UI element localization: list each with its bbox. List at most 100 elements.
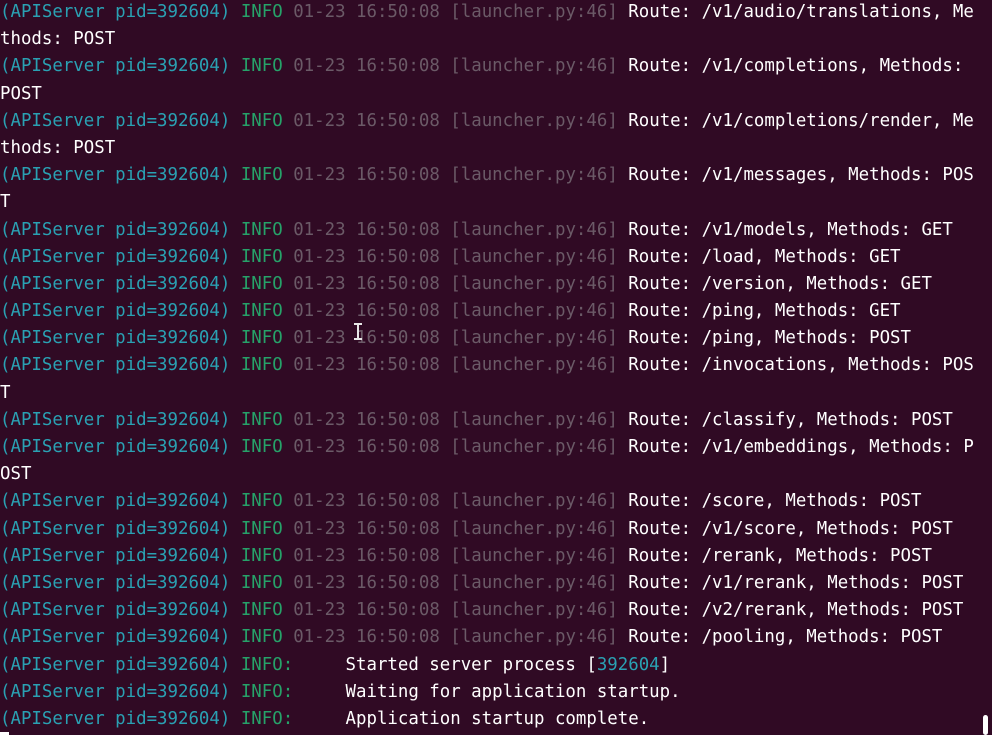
log-source: [launcher.py:46] xyxy=(450,301,618,322)
log-line: thods: POST xyxy=(0,136,974,163)
log-gap xyxy=(293,682,345,702)
log-process-prefix: (APIServer pid=392604) xyxy=(0,56,231,77)
log-message: Route: /v1/completions/render, Me xyxy=(628,110,974,131)
log-process-prefix: (APIServer pid=392604) xyxy=(0,355,231,376)
log-message: Route: /v2/rerank, Methods: POST xyxy=(628,600,964,621)
log-line: (APIServer pid=392604) INFO 01-23 16:50:… xyxy=(0,245,974,272)
log-level: INFO xyxy=(240,56,283,77)
terminal-output[interactable]: (APIServer pid=392604) INFO 01-23 16:50:… xyxy=(0,0,974,734)
log-timestamp: 01-23 16:50:08 xyxy=(293,545,440,566)
log-level: INFO xyxy=(240,518,283,539)
log-source: [launcher.py:46] xyxy=(450,437,618,457)
log-line: (APIServer pid=392604) INFO 01-23 16:50:… xyxy=(0,435,974,462)
log-process-prefix: (APIServer pid=392604) xyxy=(0,219,231,240)
log-line: (APIServer pid=392604) INFO 01-23 16:50:… xyxy=(0,517,974,544)
log-timestamp: 01-23 16:50:08 xyxy=(293,2,440,22)
log-process-prefix: (APIServer pid=392604) xyxy=(0,545,231,566)
log-level: INFO xyxy=(240,273,283,294)
log-message: Route: /v1/score, Methods: POST xyxy=(628,518,953,539)
log-process-prefix: (APIServer pid=392604) xyxy=(0,518,231,539)
log-message-tail: ] xyxy=(659,654,671,675)
log-process-prefix: (APIServer pid=392604) xyxy=(0,708,231,729)
log-process-prefix: (APIServer pid=392604) xyxy=(0,600,231,621)
log-level: INFO xyxy=(240,437,283,457)
log-level: INFO xyxy=(240,491,283,512)
log-level: INFO xyxy=(240,2,283,22)
log-message: Route: /classify, Methods: POST xyxy=(628,409,953,430)
log-line: (APIServer pid=392604) INFO 01-23 16:50:… xyxy=(0,408,974,435)
log-process-prefix: (APIServer pid=392604) xyxy=(0,301,231,322)
scrollbar-thumb[interactable] xyxy=(983,715,988,735)
log-timestamp: 01-23 16:50:08 xyxy=(293,518,440,539)
log-timestamp: 01-23 16:50:08 xyxy=(293,328,440,349)
log-continuation: T xyxy=(0,382,11,403)
log-gap xyxy=(293,709,345,729)
log-timestamp: 01-23 16:50:08 xyxy=(293,491,440,512)
log-source: [launcher.py:46] xyxy=(450,56,618,77)
log-timestamp: 01-23 16:50:08 xyxy=(293,409,440,430)
log-process-prefix: (APIServer pid=392604) xyxy=(0,246,231,267)
log-process-prefix: (APIServer pid=392604) xyxy=(0,328,231,349)
log-level: INFO xyxy=(240,246,283,267)
log-line: (APIServer pid=392604) INFO 01-23 16:50:… xyxy=(0,544,974,571)
log-timestamp: 01-23 16:50:08 xyxy=(293,600,440,621)
log-level: INFO: xyxy=(240,654,294,675)
log-message: Route: /score, Methods: POST xyxy=(628,491,922,512)
log-continuation: thods: POST xyxy=(0,29,116,50)
log-line: (APIServer pid=392604) INFO: Application… xyxy=(0,707,974,734)
log-line: (APIServer pid=392604) INFO: Started ser… xyxy=(0,653,974,680)
log-level: INFO xyxy=(240,627,283,648)
log-message: Route: /ping, Methods: GET xyxy=(628,301,901,322)
log-timestamp: 01-23 16:50:08 xyxy=(293,110,440,131)
log-message: Route: /ping, Methods: POST xyxy=(628,328,911,349)
log-message: Route: /load, Methods: GET xyxy=(628,246,901,267)
log-level: INFO xyxy=(240,301,283,322)
log-line: (APIServer pid=392604) INFO: Waiting for… xyxy=(0,680,974,707)
log-source: [launcher.py:46] xyxy=(450,246,618,267)
log-source: [launcher.py:46] xyxy=(450,627,618,648)
log-source: [launcher.py:46] xyxy=(450,219,618,240)
log-message: Route: /v1/rerank, Methods: POST xyxy=(628,572,964,593)
log-message: Route: /v1/completions, Methods: xyxy=(628,56,964,77)
log-line: thods: POST xyxy=(0,27,974,54)
log-source: [launcher.py:46] xyxy=(450,409,618,430)
log-line: (APIServer pid=392604) INFO 01-23 16:50:… xyxy=(0,489,974,516)
log-line: (APIServer pid=392604) INFO 01-23 16:50:… xyxy=(0,163,974,190)
log-line: (APIServer pid=392604) INFO 01-23 16:50:… xyxy=(0,218,974,245)
log-continuation: T xyxy=(0,192,11,213)
log-process-prefix: (APIServer pid=392604) xyxy=(0,165,231,186)
log-process-prefix: (APIServer pid=392604) xyxy=(0,437,231,457)
log-timestamp: 01-23 16:50:08 xyxy=(293,572,440,593)
log-level: INFO xyxy=(240,545,283,566)
log-source: [launcher.py:46] xyxy=(450,355,618,376)
log-message: Route: /v1/messages, Methods: POS xyxy=(628,165,974,186)
log-level: INFO xyxy=(240,219,283,240)
log-timestamp: 01-23 16:50:08 xyxy=(293,627,440,648)
log-timestamp: 01-23 16:50:08 xyxy=(293,246,440,267)
log-pid-number: 392604 xyxy=(596,654,660,675)
log-process-prefix: (APIServer pid=392604) xyxy=(0,572,231,593)
text-cursor-icon xyxy=(354,323,362,340)
log-message: Route: /rerank, Methods: POST xyxy=(628,545,932,566)
log-message: Route: /pooling, Methods: POST xyxy=(628,627,943,648)
log-process-prefix: (APIServer pid=392604) xyxy=(0,491,231,512)
log-source: [launcher.py:46] xyxy=(450,2,618,22)
log-line: (APIServer pid=392604) INFO 01-23 16:50:… xyxy=(0,54,974,81)
log-message: Route: /v1/embeddings, Methods: P xyxy=(628,437,974,457)
log-message: Route: /v1/audio/translations, Me xyxy=(628,2,974,22)
log-level: INFO xyxy=(240,328,283,349)
log-message: Waiting for application startup. xyxy=(345,681,681,702)
log-source: [launcher.py:46] xyxy=(450,545,618,566)
log-message: Application startup complete. xyxy=(345,708,650,729)
log-timestamp: 01-23 16:50:08 xyxy=(293,355,440,376)
terminal-window[interactable]: (APIServer pid=392604) INFO 01-23 16:50:… xyxy=(0,0,992,735)
log-process-prefix: (APIServer pid=392604) xyxy=(0,681,231,702)
log-line: (APIServer pid=392604) INFO 01-23 16:50:… xyxy=(0,299,974,326)
log-source: [launcher.py:46] xyxy=(450,110,618,131)
log-source: [launcher.py:46] xyxy=(450,165,618,186)
log-process-prefix: (APIServer pid=392604) xyxy=(0,273,231,294)
log-level: INFO xyxy=(240,409,283,430)
log-process-prefix: (APIServer pid=392604) xyxy=(0,110,231,131)
log-line: POST xyxy=(0,82,974,109)
log-continuation: POST xyxy=(0,83,42,104)
